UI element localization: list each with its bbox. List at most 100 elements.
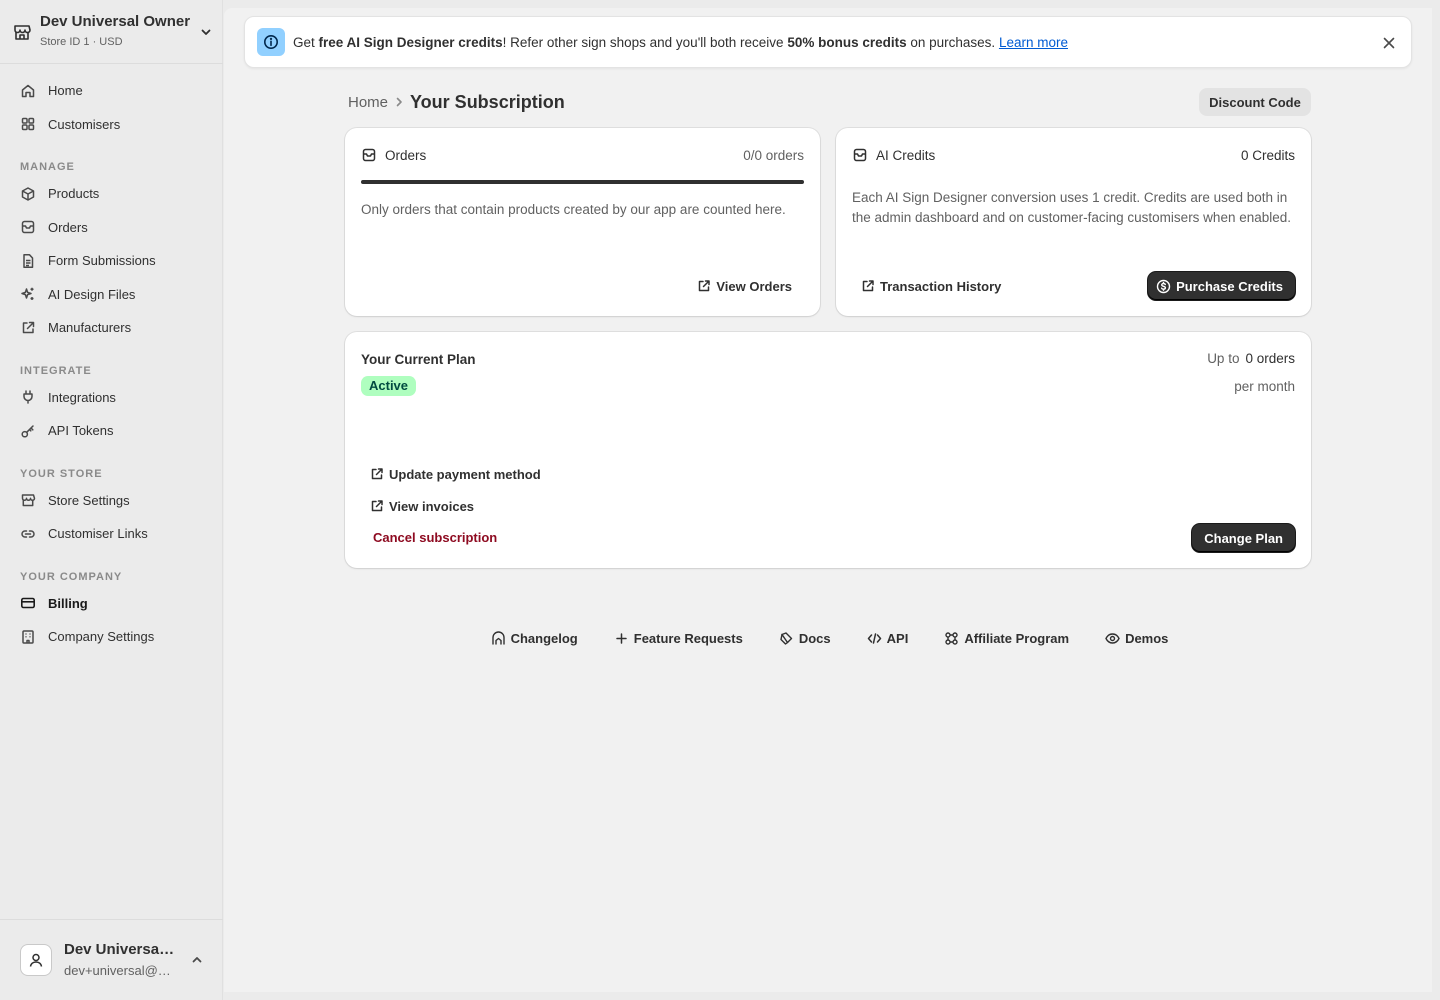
referral-banner: Get free AI Sign Designer credits! Refer… <box>244 16 1412 68</box>
cancel-subscription-button[interactable]: Cancel subscription <box>373 530 497 545</box>
sidebar-item-form-submissions[interactable]: Form Submissions <box>0 244 223 278</box>
sidebar-item-billing[interactable]: Billing <box>0 587 223 621</box>
nav-section-your-company: YOUR COMPANY <box>20 570 123 583</box>
sidebar-item-manufacturers[interactable]: Manufacturers <box>0 311 223 345</box>
order-icon <box>20 219 36 235</box>
orders-card: Orders 0/0 orders Only orders that conta… <box>345 128 820 316</box>
view-invoices-button[interactable]: View invoices <box>362 492 482 520</box>
store-icon <box>20 492 36 508</box>
code-icon <box>867 631 882 646</box>
sidebar: Dev Universal Owner Store ID 1 · USD Hom… <box>0 0 223 1000</box>
footer-links: Changelog Feature Requests Docs API Affi… <box>348 626 1311 650</box>
sidebar-item-label: Company Settings <box>48 629 155 645</box>
order-icon <box>361 147 377 163</box>
sidebar-item-customisers[interactable]: Customisers <box>0 108 223 142</box>
footer-link-label: Docs <box>798 630 831 646</box>
orders-progress-bar <box>361 180 804 184</box>
nav-section-manage: MANAGE <box>20 161 75 173</box>
sidebar-item-label: API Tokens <box>48 423 114 439</box>
sidebar-item-label: Form Submissions <box>48 253 156 269</box>
breadcrumb-home[interactable]: Home <box>348 94 388 111</box>
transaction-history-button[interactable]: Transaction History <box>853 272 1009 300</box>
sidebar-item-label: Products <box>48 186 100 202</box>
page-title: Your Subscription <box>410 91 565 112</box>
sidebar-item-label: Billing <box>48 595 88 611</box>
sidebar-item-label: Manufacturers <box>48 320 132 336</box>
sidebar-item-products[interactable]: Products <box>0 177 223 211</box>
plus-icon <box>614 631 629 646</box>
footer-link-label: Demos <box>1125 630 1169 646</box>
info-icon <box>257 28 285 56</box>
ai-credits-card: AI Credits 0 Credits Each AI Sign Design… <box>836 128 1311 316</box>
change-plan-button[interactable]: Change Plan <box>1192 524 1295 552</box>
learn-more-link[interactable]: Learn more <box>999 35 1068 50</box>
sidebar-item-integrations[interactable]: Integrations <box>0 381 223 415</box>
footer-link-feature-requests[interactable]: Feature Requests <box>614 631 743 646</box>
affiliate-icon <box>944 631 959 646</box>
external-link-icon <box>697 279 711 293</box>
user-name: Dev Universal Owner <box>64 940 176 958</box>
footer-link-affiliate-program[interactable]: Affiliate Program <box>944 631 1069 646</box>
external-link-icon <box>370 499 384 513</box>
key-icon <box>20 423 36 439</box>
plan-title: Your Current Plan <box>361 351 476 367</box>
plan-limit-prefix: Up to <box>1207 351 1240 366</box>
status-badge: Active <box>361 376 417 396</box>
card-icon <box>20 595 36 611</box>
sidebar-item-label: Orders <box>48 219 88 235</box>
chevron-down-icon <box>199 25 213 39</box>
sidebar-item-label: Customisers <box>48 116 121 132</box>
sidebar-item-home[interactable]: Home <box>0 74 223 108</box>
footer-link-changelog[interactable]: Changelog <box>491 631 578 646</box>
update-payment-method-button[interactable]: Update payment method <box>362 460 549 488</box>
view-invoices-label: View invoices <box>389 498 475 514</box>
footer-link-docs[interactable]: Docs <box>779 631 831 646</box>
link-icon <box>20 526 36 542</box>
nav-section-your-store: YOUR STORE <box>20 467 103 480</box>
view-orders-label: View Orders <box>716 278 792 294</box>
plan-limit-period: per month <box>1234 379 1295 394</box>
current-plan-card: Your Current Plan Active Up to 0 orders p… <box>345 332 1311 568</box>
external-link-icon <box>370 467 384 481</box>
nav-section-integrate: INTEGRATE <box>20 364 92 377</box>
footer-link-api[interactable]: API <box>867 631 908 646</box>
orders-count: 0/0 orders <box>743 147 804 163</box>
dollar-circle-icon <box>1156 279 1171 294</box>
sidebar-item-api-tokens[interactable]: API Tokens <box>0 414 223 448</box>
product-icon <box>20 186 36 202</box>
discount-code-button[interactable]: Discount Code <box>1199 88 1311 116</box>
plan-limit-value: 0 orders <box>1245 351 1295 366</box>
ai-credits-count: 0 Credits <box>1240 147 1295 163</box>
store-switcher[interactable]: Dev Universal Owner Store ID 1 · USD <box>0 0 223 64</box>
sidebar-item-orders[interactable]: Orders <box>0 211 223 245</box>
transaction-history-label: Transaction History <box>880 278 1002 294</box>
sidebar-item-label: Home <box>48 83 83 99</box>
sidebar-nav: Home Customisers MANAGE Products Orders … <box>0 74 223 654</box>
sidebar-item-label: Customiser Links <box>48 526 148 542</box>
sidebar-item-store-settings[interactable]: Store Settings <box>0 484 223 518</box>
changelog-icon <box>491 630 506 646</box>
avatar <box>20 944 52 976</box>
view-orders-button[interactable]: View Orders <box>689 272 800 300</box>
sidebar-item-label: Integrations <box>48 389 116 405</box>
footer-link-demos[interactable]: Demos <box>1105 631 1168 646</box>
user-menu[interactable]: Dev Universal Owner dev+universal@exampl… <box>0 919 223 1000</box>
close-icon[interactable] <box>1381 35 1397 51</box>
sidebar-item-customiser-links[interactable]: Customiser Links <box>0 517 223 551</box>
building-icon <box>20 629 36 645</box>
sidebar-item-ai-design-files[interactable]: AI Design Files <box>0 278 223 312</box>
sidebar-item-company-settings[interactable]: Company Settings <box>0 620 223 654</box>
eye-icon <box>1105 631 1120 646</box>
grid-icon <box>20 116 36 132</box>
purchase-credits-button[interactable]: Purchase Credits <box>1148 272 1295 300</box>
user-email: dev+universal@example.com <box>64 962 176 978</box>
purchase-credits-label: Purchase Credits <box>1176 278 1283 294</box>
ai-credits-description: Each AI Sign Designer conversion uses 1 … <box>852 190 1292 225</box>
update-payment-label: Update payment method <box>389 466 541 482</box>
external-icon <box>20 320 36 336</box>
sparkle-icon <box>20 286 36 302</box>
change-plan-label: Change Plan <box>1204 530 1283 546</box>
main-content: Get free AI Sign Designer credits! Refer… <box>224 8 1432 992</box>
plug-icon <box>20 389 36 405</box>
chevron-up-icon <box>190 953 204 967</box>
